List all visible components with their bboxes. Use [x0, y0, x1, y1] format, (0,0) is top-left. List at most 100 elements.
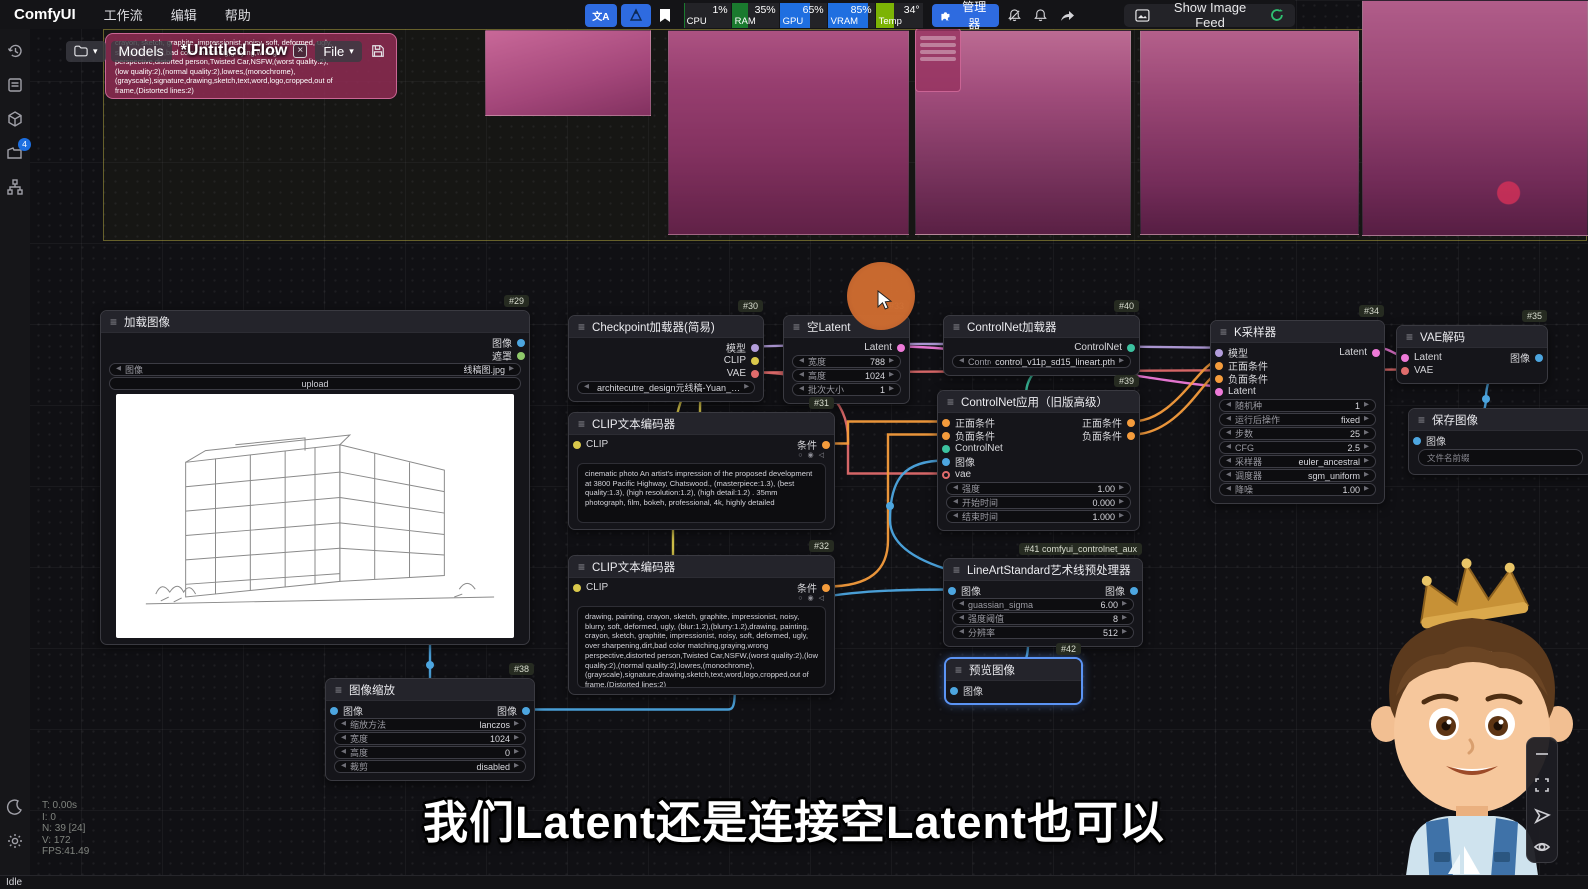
node-header[interactable]: ≡CLIP文本编码器: [569, 556, 834, 578]
port-dot[interactable]: [822, 441, 830, 449]
node-button[interactable]: upload: [109, 377, 521, 390]
node-widget[interactable]: ◀降噪1.00▶: [1219, 483, 1376, 496]
node-header[interactable]: ≡图像缩放: [326, 679, 534, 701]
settings-gear-icon[interactable]: [5, 831, 25, 851]
node-widget[interactable]: ◀宽度788▶: [792, 355, 901, 368]
port-dot[interactable]: [897, 344, 905, 352]
node-header[interactable]: ≡ControlNet加载器: [944, 316, 1139, 338]
model-library-icon[interactable]: [5, 109, 25, 129]
node-widget[interactable]: ◀宽度1024▶: [334, 732, 526, 745]
node-input-conditioning[interactable]: 负面条件: [938, 428, 995, 443]
node-output-latent[interactable]: Latent: [1339, 347, 1384, 358]
port-dot[interactable]: [1127, 432, 1135, 440]
node-widget[interactable]: ◀开始时间0.000▶: [946, 496, 1131, 509]
port-dot[interactable]: [1215, 375, 1223, 383]
menu-edit[interactable]: 编辑: [171, 5, 197, 24]
node-output-conditioning[interactable]: 条件: [797, 437, 834, 452]
menu-help[interactable]: 帮助: [225, 5, 251, 24]
node-input-vae[interactable]: VAE: [1397, 365, 1433, 376]
node-input-clip[interactable]: CLIP: [569, 439, 608, 450]
node-output-control_net[interactable]: ControlNet: [1074, 342, 1139, 353]
node-output-model[interactable]: 模型: [726, 340, 763, 355]
port-dot[interactable]: [517, 352, 525, 360]
node-input-conditioning[interactable]: 负面条件: [1211, 371, 1268, 386]
node-input-image[interactable]: 图像: [944, 583, 981, 598]
node-preview-image[interactable]: #42≡预览图像图像: [945, 658, 1082, 704]
node-input-image[interactable]: 图像: [938, 454, 975, 469]
node-output-latent[interactable]: Latent: [864, 342, 909, 353]
translate-button[interactable]: 文A: [585, 4, 617, 27]
node-header[interactable]: ≡VAE解码: [1397, 326, 1547, 348]
node-widget[interactable]: ◀CFG2.5▶: [1219, 441, 1376, 454]
node-save-image[interactable]: ≡保存图像图像文件名前缀: [1408, 408, 1588, 475]
node-widget[interactable]: ◀高度1024▶: [792, 369, 901, 382]
node-input-image[interactable]: 图像: [326, 703, 363, 718]
node-header[interactable]: ≡保存图像: [1409, 409, 1588, 431]
port-dot[interactable]: [942, 419, 950, 427]
node-widget[interactable]: ◀分辨率512▶: [952, 626, 1134, 639]
node-image-scale[interactable]: #38≡图像缩放图像图像◀缩放方法lanczos▶◀宽度1024▶◀高度0▶◀裁…: [325, 678, 535, 781]
node-input-image[interactable]: 图像: [946, 683, 983, 698]
node-output-image[interactable]: 图像: [1510, 350, 1547, 365]
node-output-conditioning[interactable]: 条件: [797, 580, 834, 595]
node-input-clip[interactable]: CLIP: [569, 582, 608, 593]
node-widget[interactable]: ◀强度1.00▶: [946, 482, 1131, 495]
node-output-mask[interactable]: 遮罩: [492, 348, 529, 363]
node-checkpoint-loader[interactable]: #30≡Checkpoint加载器(简易)模型CLIPVAE◀Checkpoin…: [568, 315, 764, 402]
collapsed-node[interactable]: [915, 28, 961, 92]
port-dot[interactable]: [751, 370, 759, 378]
node-widget[interactable]: ◀强度阈值8▶: [952, 612, 1134, 625]
node-widget[interactable]: ◀采样器euler_ancestral▶: [1219, 455, 1376, 468]
file-menu-button[interactable]: File ▾: [315, 41, 361, 62]
workflow-tab-title[interactable]: *Untitled Flow: [181, 42, 288, 60]
node-header[interactable]: ≡预览图像: [946, 659, 1081, 681]
port-dot[interactable]: [942, 471, 950, 479]
port-dot[interactable]: [1127, 419, 1135, 427]
workflow-folder-button[interactable]: ▾: [66, 41, 106, 62]
node-input-latent[interactable]: Latent: [1211, 386, 1256, 397]
port-dot[interactable]: [1215, 388, 1223, 396]
node-widget[interactable]: ◀缩放方法lanczos▶: [334, 718, 526, 731]
node-widget[interactable]: ◀调度器sgm_uniform▶: [1219, 469, 1376, 482]
port-dot[interactable]: [1215, 349, 1223, 357]
port-dot[interactable]: [1372, 349, 1380, 357]
port-dot[interactable]: [1413, 437, 1421, 445]
node-lineart-preprocessor[interactable]: #41 comfyui_controlnet_aux≡LineArtStanda…: [943, 558, 1143, 647]
node-input-control_net[interactable]: ControlNet: [938, 443, 1003, 454]
node-widget[interactable]: ◀高度0▶: [334, 746, 526, 759]
node-vae-decode[interactable]: #35≡VAE解码Latent图像VAE: [1396, 325, 1548, 384]
zoom-out-icon[interactable]: [1533, 745, 1551, 763]
port-dot[interactable]: [573, 584, 581, 592]
node-output-conditioning[interactable]: 负面条件: [1082, 428, 1139, 443]
node-output-image[interactable]: 图像: [497, 703, 534, 718]
menu-workflow[interactable]: 工作流: [104, 5, 143, 24]
port-dot[interactable]: [1535, 354, 1543, 362]
node-input-vae[interactable]: vae: [938, 469, 971, 480]
node-output-clip[interactable]: CLIP: [724, 355, 763, 366]
port-dot[interactable]: [942, 432, 950, 440]
node-widget[interactable]: ◀运行后操作fixed▶: [1219, 413, 1376, 426]
port-dot[interactable]: [1215, 362, 1223, 370]
port-dot[interactable]: [1127, 344, 1135, 352]
node-widget[interactable]: ◀结束时间1.000▶: [946, 510, 1131, 523]
node-header[interactable]: ≡K采样器: [1211, 321, 1384, 343]
node-input-image[interactable]: 图像: [1409, 433, 1446, 448]
port-dot[interactable]: [942, 458, 950, 466]
share-button[interactable]: [1055, 4, 1079, 27]
port-dot[interactable]: [1130, 587, 1138, 595]
node-widget[interactable]: ◀guassian_sigma6.00▶: [952, 598, 1134, 611]
port-dot[interactable]: [522, 707, 530, 715]
node-output-image[interactable]: 图像: [1105, 583, 1142, 598]
node-ksampler[interactable]: #34≡K采样器模型Latent正面条件负面条件Latent◀随机种1▶◀运行后…: [1210, 320, 1385, 504]
port-dot[interactable]: [822, 584, 830, 592]
node-header[interactable]: ≡CLIP文本编码器: [569, 413, 834, 435]
theme-logo-button[interactable]: [621, 4, 651, 27]
theme-toggle-icon[interactable]: [5, 797, 25, 817]
node-widget[interactable]: ◀Checkpoint名称architecutre_design元线稿-Yuan…: [577, 381, 755, 394]
node-header[interactable]: ≡LineArtStandard艺术线预处理器: [944, 559, 1142, 581]
port-dot[interactable]: [1401, 354, 1409, 362]
port-dot[interactable]: [751, 357, 759, 365]
close-tab-icon[interactable]: ×: [293, 44, 307, 58]
prompt-text[interactable]: cinematic photo An artist's impression o…: [577, 463, 826, 523]
node-output-vae[interactable]: VAE: [727, 368, 763, 379]
